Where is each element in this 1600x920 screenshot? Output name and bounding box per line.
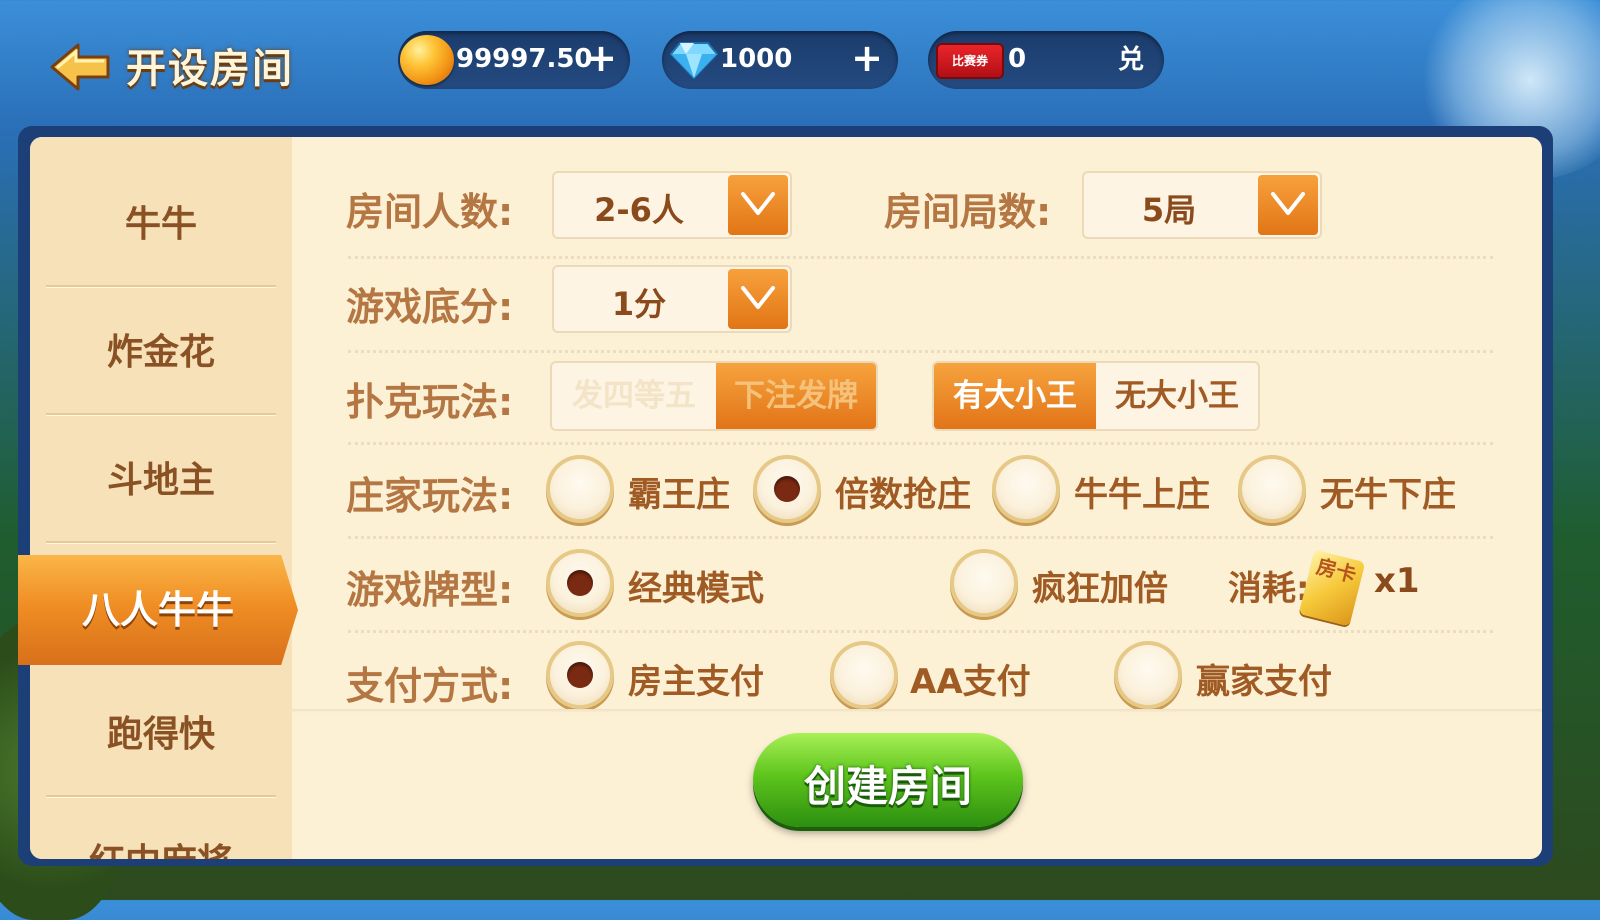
card-type-label: 游戏牌型: <box>346 568 514 612</box>
sidebar-item-niuniu[interactable]: 牛牛 <box>46 163 276 287</box>
row-divider <box>348 256 1493 259</box>
back-arrow-icon[interactable] <box>48 42 112 92</box>
sidebar-item-doudizhu[interactable]: 斗地主 <box>46 419 276 543</box>
radio-label: 倍数抢庄 <box>835 475 971 515</box>
row-divider <box>348 442 1493 445</box>
joker-toggle: 有大小王 无大小王 <box>932 361 1260 431</box>
match-ticket-icon: 比赛券 <box>938 45 1002 77</box>
add-diamond-button[interactable]: + <box>848 39 886 78</box>
radio-label: 经典模式 <box>628 569 764 609</box>
radio-label: AA支付 <box>910 662 1031 702</box>
create-room-label: 创建房间 <box>803 762 972 811</box>
add-gold-button[interactable]: + <box>582 39 620 78</box>
diamond-icon <box>670 42 718 79</box>
row-divider <box>348 350 1493 353</box>
rounds-label: 房间局数: <box>884 190 1052 234</box>
ticket-counter: 比赛券 0 兑 <box>928 31 1164 89</box>
joker-option-with[interactable]: 有大小王 <box>934 363 1096 429</box>
radio-owner-pay[interactable] <box>550 645 610 705</box>
sidebar-item-paodekuai[interactable]: 跑得快 <box>46 673 276 797</box>
radio-wuniuxiazhuang[interactable] <box>1242 459 1302 519</box>
sidebar-item-hongzhong[interactable]: 红中麻将 <box>46 801 276 859</box>
cost-value: x1 <box>1374 561 1420 601</box>
base-score-value: 1分 <box>611 285 667 323</box>
banker-play-label: 庄家玩法: <box>346 474 514 518</box>
top-bar: 开设房间 99997.50 + 1000 + 比赛券 0 兑 <box>0 0 1600 120</box>
rounds-value: 5局 <box>1141 191 1197 229</box>
radio-crazy-double[interactable] <box>954 553 1014 613</box>
radio-winner-pay[interactable] <box>1118 645 1178 705</box>
poker-play-label: 扑克玩法: <box>346 380 514 424</box>
exchange-button[interactable]: 兑 <box>1114 43 1148 77</box>
gold-counter: 99997.50 + <box>398 31 630 89</box>
deal-option-bet[interactable]: 下注发牌 <box>716 363 876 429</box>
radio-label: 赢家支付 <box>1196 662 1332 702</box>
chevron-down-icon[interactable] <box>1258 175 1318 235</box>
radio-selected-dot <box>774 476 800 502</box>
gold-ingot-icon <box>400 35 454 85</box>
row-divider <box>348 630 1493 633</box>
radio-label: 疯狂加倍 <box>1032 569 1168 609</box>
players-dropdown[interactable]: 2-6人 <box>552 171 792 239</box>
payment-label: 支付方式: <box>346 664 514 708</box>
game-sidebar: 牛牛 炸金花 斗地主 跑得快 红中麻将 <box>30 137 292 859</box>
create-room-button[interactable]: 创建房间 <box>753 733 1023 827</box>
ticket-value: 0 <box>1008 44 1027 74</box>
players-label: 房间人数: <box>346 190 514 234</box>
radio-niuniushangzhuang[interactable] <box>996 459 1056 519</box>
deal-option-wait[interactable]: 发四等五 <box>552 363 716 429</box>
base-score-dropdown[interactable]: 1分 <box>552 265 792 333</box>
radio-label: 房主支付 <box>628 662 764 702</box>
radio-selected-dot <box>567 662 593 688</box>
base-score-label: 游戏底分: <box>346 285 514 329</box>
radio-beishuqiangzhuang[interactable] <box>757 459 817 519</box>
radio-bawangzhuang[interactable] <box>550 459 610 519</box>
joker-option-without[interactable]: 无大小王 <box>1096 363 1258 429</box>
radio-aa-pay[interactable] <box>834 645 894 705</box>
radio-label: 牛牛上庄 <box>1074 475 1210 515</box>
row-divider <box>348 536 1493 539</box>
diamond-counter: 1000 + <box>662 31 898 89</box>
radio-label: 无牛下庄 <box>1320 475 1456 515</box>
diamond-value: 1000 <box>720 44 793 74</box>
chevron-down-icon[interactable] <box>728 269 788 329</box>
page-title: 开设房间 <box>126 46 294 92</box>
radio-selected-dot <box>567 570 593 596</box>
radio-classic-mode[interactable] <box>550 553 610 613</box>
rounds-dropdown[interactable]: 5局 <box>1082 171 1322 239</box>
players-value: 2-6人 <box>594 191 684 229</box>
deal-mode-toggle: 发四等五 下注发牌 <box>550 361 878 431</box>
cost-label: 消耗: <box>1228 569 1310 609</box>
scroll-fade <box>292 709 1542 713</box>
sidebar-item-bairenniuniu[interactable]: 八人牛牛 <box>18 555 298 665</box>
sidebar-item-zhajinhua[interactable]: 炸金花 <box>46 291 276 415</box>
radio-label: 霸王庄 <box>628 475 730 515</box>
chevron-down-icon[interactable] <box>728 175 788 235</box>
gold-value: 99997.50 <box>456 44 593 74</box>
